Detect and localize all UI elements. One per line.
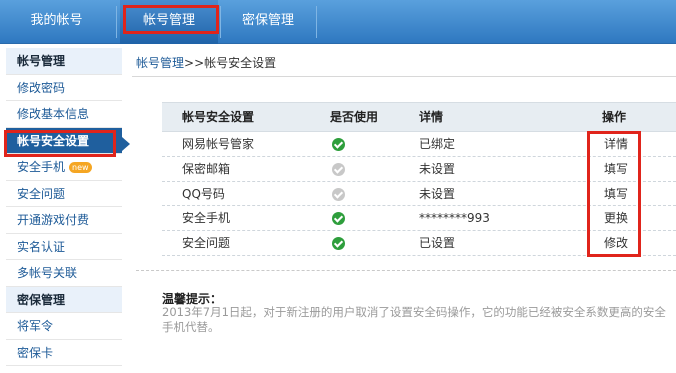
sidebar-item-token[interactable]: 将军令 bbox=[6, 313, 122, 340]
tab-my-account[interactable]: 我的帐号 bbox=[0, 0, 113, 44]
column-header-action: 操作 bbox=[602, 110, 627, 124]
action-link-replace[interactable]: 更换 bbox=[604, 206, 628, 230]
status-not-in-use bbox=[332, 182, 345, 206]
check-gray-icon bbox=[332, 187, 345, 201]
sidebar-group-security-management: 密保管理 bbox=[6, 286, 122, 313]
column-header-in-use: 是否使用 bbox=[330, 110, 379, 124]
breadcrumb-divider bbox=[132, 76, 676, 77]
check-gray-icon bbox=[332, 162, 345, 176]
sidebar-item-game-payment[interactable]: 开通游戏付费 bbox=[6, 207, 122, 234]
breadcrumb-separator: >> bbox=[184, 56, 205, 70]
check-green-icon bbox=[332, 212, 345, 226]
check-green-icon bbox=[332, 138, 345, 151]
setting-detail: ********993 bbox=[419, 211, 490, 226]
top-navigation: 我的帐号 帐号管理 密保管理 bbox=[0, 0, 676, 44]
status-in-use bbox=[332, 132, 345, 156]
sidebar-item-edit-basic-info[interactable]: 修改基本信息 bbox=[6, 101, 122, 128]
section-divider bbox=[136, 270, 676, 271]
setting-detail: 未设置 bbox=[419, 186, 456, 201]
status-not-in-use bbox=[332, 157, 345, 181]
nav-divider bbox=[316, 6, 317, 38]
nav-divider bbox=[116, 6, 117, 38]
setting-detail: 已设置 bbox=[419, 236, 456, 251]
setting-detail: 未设置 bbox=[419, 161, 456, 176]
table-row: 网易帐号管家 已绑定 详情 bbox=[162, 132, 676, 157]
table-row: 安全手机 ********993 更换 bbox=[162, 206, 676, 232]
status-in-use bbox=[332, 231, 345, 255]
action-link-details[interactable]: 详情 bbox=[604, 132, 628, 156]
setting-name: 保密邮箱 bbox=[182, 161, 231, 176]
tab-security-management[interactable]: 密保管理 bbox=[222, 0, 314, 44]
action-link-fill[interactable]: 填写 bbox=[604, 157, 628, 181]
table-header: 帐号安全设置 是否使用 详情 操作 bbox=[162, 102, 676, 132]
column-header-setting: 帐号安全设置 bbox=[182, 110, 255, 124]
table-row: 安全问题 已设置 修改 bbox=[162, 231, 676, 256]
sidebar-item-security-phone[interactable]: 安全手机 new bbox=[6, 154, 122, 181]
new-badge: new bbox=[69, 162, 92, 173]
table-row: 保密邮箱 未设置 填写 bbox=[162, 157, 676, 182]
table-row: QQ号码 未设置 填写 bbox=[162, 182, 676, 207]
breadcrumb-current: 帐号安全设置 bbox=[204, 56, 277, 70]
action-link-fill[interactable]: 填写 bbox=[604, 182, 628, 206]
nav-divider bbox=[220, 6, 221, 38]
active-pointer-icon bbox=[122, 136, 130, 151]
sidebar-item-multi-account[interactable]: 多帐号关联 bbox=[6, 260, 122, 287]
sidebar-group-account-management: 帐号管理 bbox=[6, 48, 122, 75]
setting-name: 安全问题 bbox=[182, 236, 231, 251]
sidebar-item-real-name[interactable]: 实名认证 bbox=[6, 234, 122, 260]
tips-body: 2013年7月1日起，对于新注册的用户取消了设置安全码操作，它的功能已经被安全系… bbox=[162, 305, 666, 334]
setting-name: 安全手机 bbox=[182, 211, 231, 226]
sidebar-item-label: 安全手机 bbox=[17, 160, 66, 174]
sidebar-item-security-question[interactable]: 安全问题 bbox=[6, 181, 122, 207]
sidebar-item-security-card[interactable]: 密保卡 bbox=[6, 340, 122, 366]
tab-account-management[interactable]: 帐号管理 bbox=[120, 0, 218, 44]
check-green-icon bbox=[332, 237, 345, 251]
breadcrumb-parent-link[interactable]: 帐号管理 bbox=[136, 56, 184, 70]
breadcrumb: 帐号管理>>帐号安全设置 bbox=[136, 54, 676, 76]
status-in-use bbox=[332, 206, 345, 230]
action-link-modify[interactable]: 修改 bbox=[604, 231, 628, 255]
sidebar-item-change-password[interactable]: 修改密码 bbox=[6, 75, 122, 101]
setting-name: 网易帐号管家 bbox=[182, 137, 255, 151]
sidebar: 帐号管理 修改密码 修改基本信息 帐号安全设置 安全手机 new 安全问题 开通游… bbox=[6, 48, 130, 373]
security-settings-table: 帐号安全设置 是否使用 详情 操作 网易帐号管家 已绑定 详情 保密邮箱 未设置… bbox=[162, 102, 676, 256]
column-header-detail: 详情 bbox=[419, 110, 444, 124]
sidebar-item-label: 帐号安全设置 bbox=[17, 133, 90, 148]
setting-name: QQ号码 bbox=[182, 186, 225, 201]
sidebar-item-account-security[interactable]: 帐号安全设置 bbox=[6, 127, 130, 154]
setting-detail: 已绑定 bbox=[419, 137, 456, 151]
